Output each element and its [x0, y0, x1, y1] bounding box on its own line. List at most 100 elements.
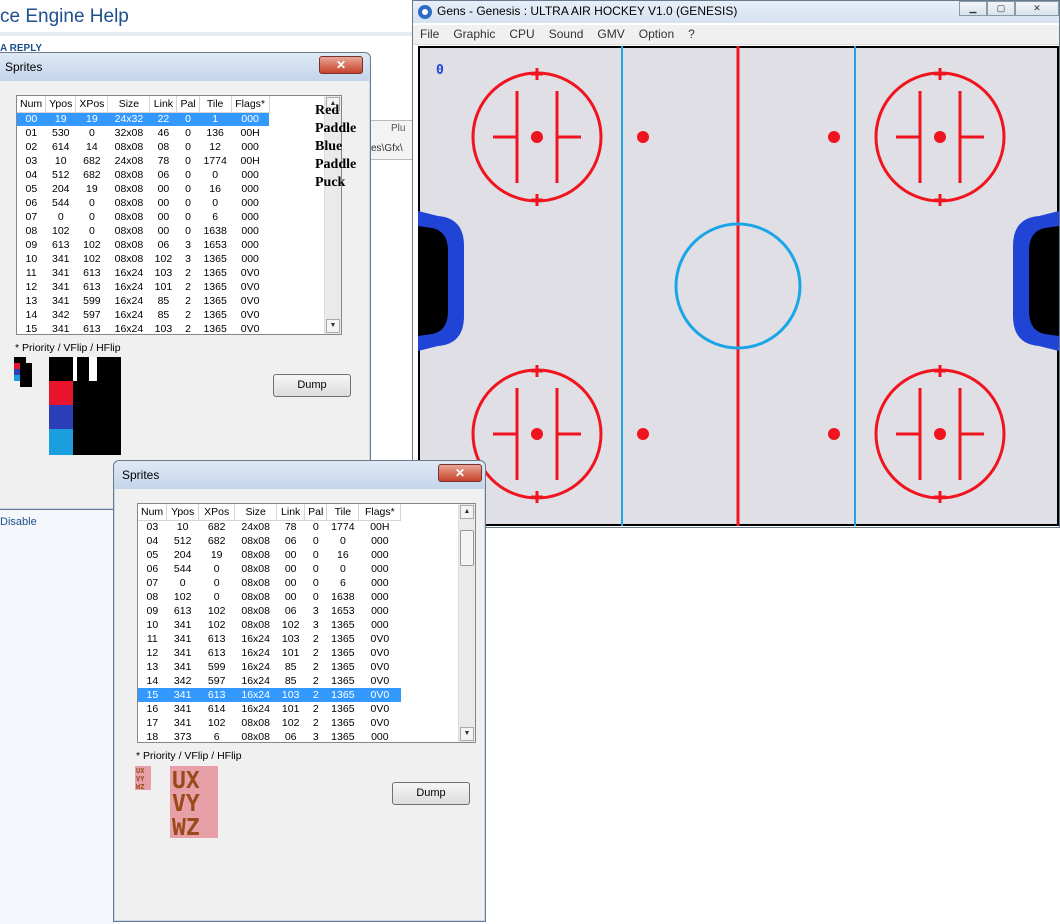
table-row[interactable]: 04 512 682 08x08 06 0 0 000: [17, 168, 269, 182]
column-header-xpos[interactable]: XPos: [75, 96, 109, 113]
table-row[interactable]: 16 341 614 16x24 101 2 1365 0V0: [138, 702, 401, 716]
column-header-size[interactable]: Size: [107, 96, 151, 113]
table-cell: 136: [206, 127, 224, 139]
table-row[interactable]: 07 0 0 08x08 00 0 6 000: [17, 210, 269, 224]
table-row[interactable]: 07 0 0 08x08 00 0 6 000: [138, 576, 401, 590]
column-header-tile[interactable]: Tile: [199, 96, 232, 113]
menu-file[interactable]: File: [413, 25, 446, 41]
table-row[interactable]: 03 10 682 24x08 78 0 1774 00H: [138, 520, 401, 534]
column-header-tile[interactable]: Tile: [326, 504, 360, 521]
table-cell: 341: [173, 619, 192, 631]
table-row[interactable]: 10 341 102 08x08 102 3 1365 000: [138, 618, 401, 632]
gens-close-button[interactable]: ✕: [1015, 1, 1059, 16]
table-cell: 2: [312, 717, 319, 729]
table-row[interactable]: 06 544 0 08x08 00 0 0 000: [17, 196, 269, 210]
column-header-pal[interactable]: Pal: [176, 96, 200, 113]
scroll-down-icon[interactable]: ▼: [460, 727, 474, 741]
sprites-2-dump-button[interactable]: Dump: [392, 782, 470, 805]
column-header-xpos[interactable]: XPos: [198, 504, 236, 521]
table-row[interactable]: 12 341 613 16x24 101 2 1365 0V0: [17, 280, 269, 294]
table-row[interactable]: 03 10 682 24x08 78 0 1774 00H: [17, 154, 269, 168]
column-header-flags[interactable]: Flags*: [358, 504, 402, 521]
menu-sound[interactable]: Sound: [542, 25, 591, 41]
background-disable-link[interactable]: Disable: [0, 516, 37, 528]
menu-option[interactable]: Option: [632, 25, 681, 41]
table-row[interactable]: 09 613 102 08x08 06 3 1653 000: [138, 604, 401, 618]
table-cell: 2: [185, 281, 191, 293]
background-panel: [0, 500, 120, 924]
table-cell: 102: [281, 717, 300, 729]
table-cell: 1365: [331, 703, 355, 715]
menu-help[interactable]: ?: [681, 25, 702, 41]
table-row[interactable]: 11 341 613 16x24 103 2 1365 0V0: [138, 632, 401, 646]
column-header-num[interactable]: Num: [17, 96, 47, 113]
table-row[interactable]: 04 512 682 08x08 06 0 0 000: [138, 534, 401, 548]
minimize-button[interactable]: ▁: [959, 1, 987, 16]
column-header-flags[interactable]: Flags*: [231, 96, 270, 113]
table-cell: 0: [185, 169, 191, 181]
table-row[interactable]: 14 342 597 16x24 85 2 1365 0V0: [138, 674, 401, 688]
table-row[interactable]: 06 544 0 08x08 00 0 0 000: [138, 562, 401, 576]
table-row[interactable]: 15 341 613 16x24 103 2 1365 0V0: [17, 322, 269, 335]
table-row[interactable]: 00 19 19 24x32 22 0 1 000: [17, 112, 270, 126]
sprites-1-annotations: Red Paddle Blue Paddle Puck: [315, 102, 364, 192]
scroll-down-icon[interactable]: ▼: [326, 319, 340, 333]
column-header-num[interactable]: Num: [138, 504, 168, 521]
table-row[interactable]: 02 614 14 08x08 08 0 12 000: [17, 140, 269, 154]
table-cell: 102: [207, 619, 226, 631]
menu-gmv[interactable]: GMV: [590, 25, 631, 41]
table-cell: 1365: [331, 675, 355, 687]
table-row[interactable]: 12 341 613 16x24 101 2 1365 0V0: [138, 646, 401, 660]
table-row[interactable]: 15 341 613 16x24 103 2 1365 0V0: [138, 688, 401, 702]
table-cell: 08x08: [241, 605, 270, 617]
table-cell: 24x32: [107, 112, 150, 126]
table-cell: 12: [209, 141, 221, 153]
column-header-pal[interactable]: Pal: [304, 504, 328, 521]
sprites-1-close-button[interactable]: ✕: [319, 56, 363, 74]
table-row[interactable]: 08 102 0 08x08 00 0 1638 000: [138, 590, 401, 604]
column-header-ypos[interactable]: Ypos: [166, 504, 200, 521]
table-row[interactable]: 13 341 599 16x24 85 2 1365 0V0: [138, 660, 401, 674]
menu-cpu[interactable]: CPU: [502, 25, 541, 41]
menu-graphic[interactable]: Graphic: [446, 25, 502, 41]
table-cell: 06: [284, 535, 297, 547]
table-cell: 1365: [331, 717, 355, 729]
table-row[interactable]: 08 102 0 08x08 00 0 1638 000: [17, 224, 269, 238]
tile-small-row-2: VY: [136, 775, 145, 783]
tile-small-row-1: UX: [136, 767, 145, 775]
table-row[interactable]: 11 341 613 16x24 103 2 1365 0V0: [17, 266, 269, 280]
sprites-1-list[interactable]: Num Ypos XPos Size Link Pal Tile Flags* 00 19 19 2…: [16, 95, 342, 335]
table-row[interactable]: 05 204 19 08x08 00 0 16 000: [17, 182, 269, 196]
scroll-thumb[interactable]: [460, 530, 474, 566]
table-cell: 85: [157, 309, 170, 321]
table-cell: 0: [185, 155, 191, 167]
table-cell: 000: [371, 549, 389, 561]
table-cell: 0V0: [240, 323, 260, 335]
table-row[interactable]: 10 341 102 08x08 102 3 1365 000: [17, 252, 269, 266]
table-row[interactable]: 18 373 6 08x08 06 3 1365 000: [138, 730, 401, 742]
column-header-link[interactable]: Link: [149, 96, 178, 113]
sprites-2-close-button[interactable]: ✕: [438, 464, 482, 482]
table-cell: 530: [51, 127, 70, 139]
table-row[interactable]: 01 530 0 32x08 46 0 136 00H: [17, 126, 269, 140]
column-header-link[interactable]: Link: [276, 504, 306, 521]
column-header-ypos[interactable]: Ypos: [45, 96, 77, 113]
table-cell: 613: [207, 647, 226, 659]
sprites-1-dump-button[interactable]: Dump: [273, 374, 351, 397]
sprites-2-list[interactable]: Num Ypos XPos Size Link Pal Tile Flags* 03 10 682…: [137, 503, 476, 743]
sprites-2-scrollbar[interactable]: ▲ ▼: [458, 504, 475, 742]
table-row[interactable]: 14 342 597 16x24 85 2 1365 0V0: [17, 308, 269, 322]
table-cell: 342: [173, 675, 192, 687]
table-row[interactable]: 17 341 102 08x08 102 2 1365 0V0: [138, 716, 401, 730]
table-row[interactable]: 13 341 599 16x24 85 2 1365 0V0: [17, 294, 269, 308]
table-cell: 1638: [331, 591, 355, 603]
table-cell: 613: [173, 605, 192, 617]
column-header-size[interactable]: Size: [234, 504, 278, 521]
table-row[interactable]: 05 204 19 08x08 00 0 16 000: [138, 548, 401, 562]
table-cell: 08x08: [241, 619, 270, 631]
table-cell: 512: [173, 535, 192, 547]
table-cell: 000: [371, 605, 389, 617]
scroll-up-icon[interactable]: ▲: [460, 505, 474, 519]
maximize-button[interactable]: ▢: [987, 1, 1015, 16]
table-row[interactable]: 09 613 102 08x08 06 3 1653 000: [17, 238, 269, 252]
